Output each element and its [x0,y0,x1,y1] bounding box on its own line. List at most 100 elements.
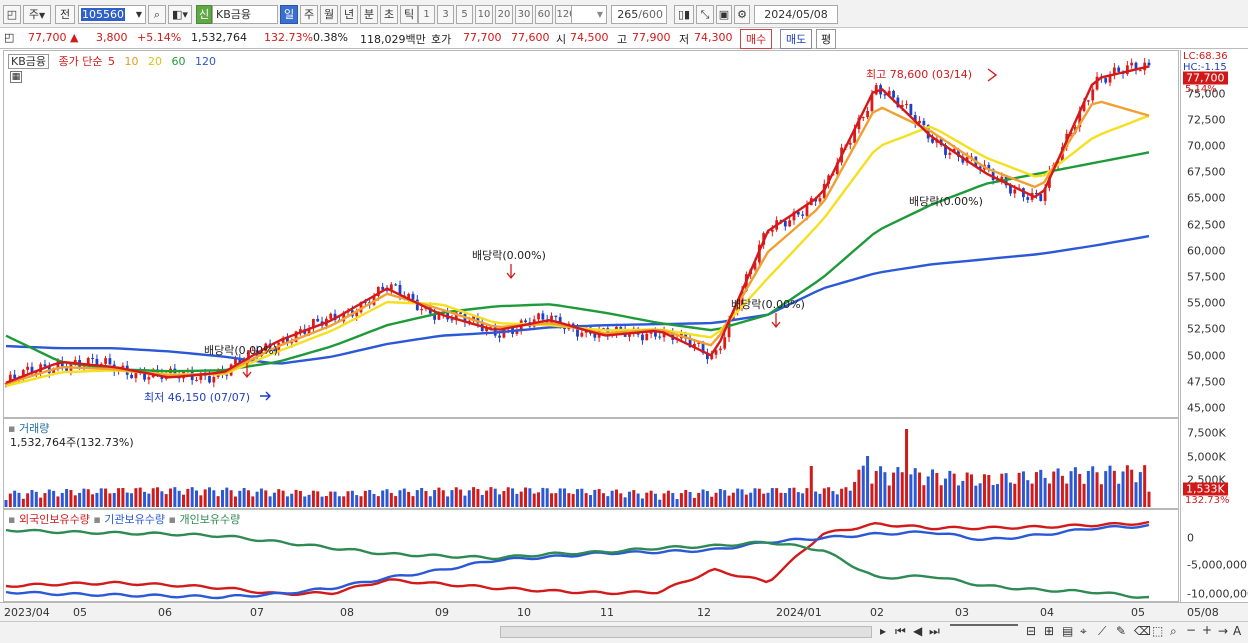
scroll-last-icon[interactable]: ⏭ [929,624,940,639]
period-tab[interactable]: 주 [300,5,318,24]
evaluate-button[interactable]: 평 [816,29,837,49]
price-tick: 45,000 [1187,401,1226,415]
price-tick: 67,500 [1187,165,1226,179]
candle-body [420,309,424,311]
holdings-y-axis: 0 -5,000,000 -10,000,000 [1180,509,1248,602]
zoom-in-icon[interactable]: + [1202,623,1212,637]
trend-icon[interactable]: ⟋ [1098,624,1106,639]
layout-icon[interactable]: ⊟ [1026,624,1036,638]
period-tab[interactable]: 월 [320,5,338,24]
price-tick: 72,500 [1187,113,1226,127]
zoom-slider[interactable] [950,624,1018,626]
volume-bar [775,488,779,507]
candle-type-icon[interactable]: ▯▮ [674,5,694,24]
compare-icon[interactable]: ⊞ [1044,624,1054,638]
period-tab[interactable]: 일 [280,5,298,24]
interval-tab[interactable]: 60 [535,5,553,24]
date-field[interactable]: 2024/05/08 [754,5,838,24]
tile-icon[interactable]: ▤ [1062,624,1073,638]
grid-toggle-icon[interactable]: ▦ [10,71,22,83]
scroll-back-icon[interactable]: ◀ [913,624,922,638]
draw-line-icon[interactable]: ✎ [1116,624,1126,638]
legend-ma10: 10 [124,55,139,68]
candle-body [502,329,506,338]
volume-bar [255,491,259,507]
volume-bar [1052,471,1056,507]
period-tab[interactable]: 분 [360,5,378,24]
x-tick: 02 [870,606,884,619]
volume-tag: 1,533K [1183,482,1228,496]
zoom-out-icon[interactable]: − [1186,623,1196,637]
text-tool-icon[interactable]: A [1233,624,1241,638]
candle-body [874,85,878,95]
volume-chart-canvas[interactable] [4,419,1179,509]
period-tab[interactable]: 틱 [400,5,418,24]
candle-body [130,374,133,379]
volume-bar [814,491,818,507]
stock-name-field[interactable]: KB금융 [212,5,278,24]
sell-button[interactable]: 매도 [780,29,813,49]
interval-tab[interactable]: 10 [475,5,493,24]
volume-bar [363,490,367,507]
volume-bar [182,494,186,507]
save-icon[interactable]: ▣ [716,5,732,24]
volume-bar [333,491,337,507]
volume-pane[interactable]: ▪ 거래량 1,532,764주(132.73%) [3,418,1179,509]
volume-bar [597,489,601,507]
interval-tab[interactable]: 1 [418,5,435,24]
stock-list-icon[interactable]: ◧▾ [168,5,192,24]
interval-tab[interactable]: 30 [515,5,533,24]
quote-menu-icon[interactable]: ◰ [4,31,14,44]
volume-bar [1065,483,1069,507]
buy-button[interactable]: 매수 [740,29,773,49]
price-chart-pane[interactable]: KB금융 종가 단순 5 10 20 60 120 ▦ 최고 78,600 (0… [3,50,1179,418]
dividend-note-jul: 배당락(0.00%) [204,344,278,357]
eraser-icon[interactable]: ⌫ [1134,624,1151,638]
volume-bar [1056,468,1060,507]
volume-bar [1013,483,1017,507]
data-count-field[interactable]: 265/600 [611,5,667,24]
volume-bar [801,493,805,507]
arrow-icon[interactable]: → [1218,624,1228,638]
period-dropdown[interactable]: 주▼ [23,5,51,24]
volume-bar [515,493,519,507]
volume-bar [710,496,714,507]
volume-bar [225,487,229,507]
period-tab[interactable]: 초 [380,5,398,24]
crosshair-icon[interactable]: ⌖ [1080,624,1087,639]
settings-gear-icon[interactable]: ⚙ [734,5,750,24]
candle-body [783,220,787,227]
search-icon[interactable]: ⌕ [148,5,166,24]
volume-bar [1104,471,1108,507]
price-chart-canvas[interactable] [4,51,1179,418]
scroll-first-icon[interactable]: ⏮ [895,624,906,639]
interval-tab[interactable]: 3 [437,5,454,24]
chart-navigation-bar: ▸ ⏮ ◀ ⏭ ⊟ ⊞ ▤ ⌖ ⟋ ✎ ⌫ ⬚ ⌕ − + → A [0,621,1248,643]
interval-dropdown[interactable]: ▼ [571,5,607,24]
candle-body [147,377,151,380]
volume-bar [56,496,60,507]
volume-bar [372,493,376,507]
candle-body [195,379,198,381]
ma20-line [5,114,1150,388]
volume-bar [463,495,467,507]
volume-bar [679,493,683,507]
draw-tool-icon[interactable]: ⤡ [696,5,714,24]
price-legend: KB금융 종가 단순 5 10 20 60 120 [8,53,222,69]
scroll-right-icon[interactable]: ▸ [880,624,886,638]
zoom-area-icon[interactable]: ⬚ [1152,624,1163,638]
volume-bar [138,487,142,507]
chart-menu-icon[interactable]: ◰ [3,5,21,24]
period-tab[interactable]: 년 [340,5,358,24]
prev-button[interactable]: 전 [55,5,75,24]
volume-bar [558,488,562,507]
interval-tab[interactable]: 5 [456,5,473,24]
interval-tab[interactable]: 20 [495,5,513,24]
volume-bar [805,488,809,507]
holdings-pane[interactable]: ▪ 외국인보유수량 ▪ 기관보유수량 ▪ 개인보유수량 [3,509,1179,602]
legend-ma60: 60 [171,55,186,68]
stock-code-input[interactable]: 105560 ▼ [78,5,146,24]
volume-bar [576,489,579,507]
chart-scrollbar[interactable] [500,626,872,638]
magnifier-icon[interactable]: ⌕ [1170,624,1177,639]
